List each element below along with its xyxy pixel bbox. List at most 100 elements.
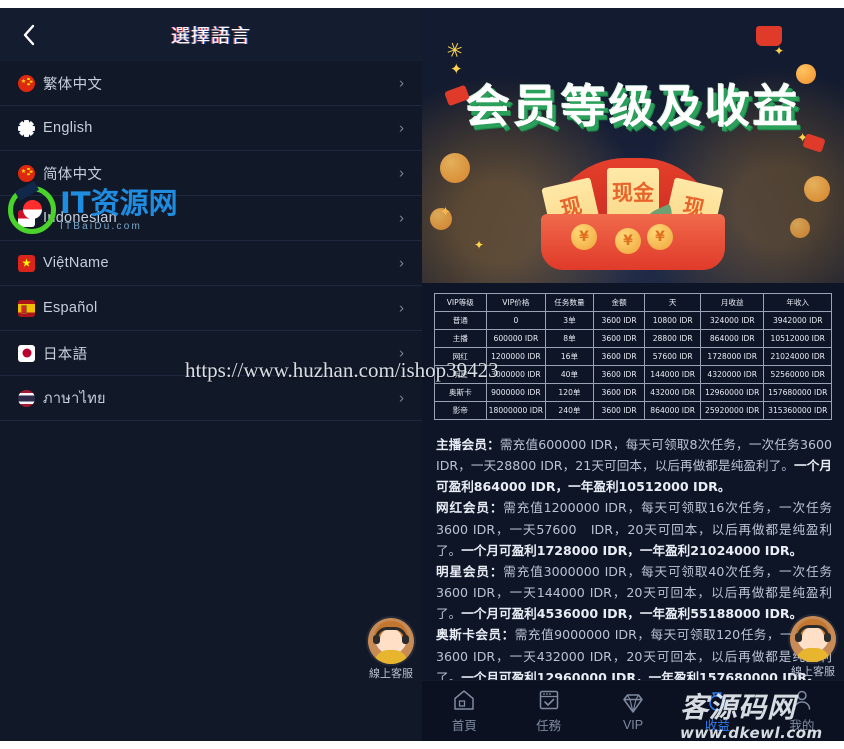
cell-price: 3000000 IDR [485, 365, 547, 384]
flag-cn-icon [18, 164, 35, 182]
chevron-right-icon: › [399, 254, 404, 272]
language-item-simplified-chinese[interactable]: 简体中文 › [0, 151, 422, 195]
language-list: 繁体中文 › English › 简体中文 › Indonesian › Việ… [0, 61, 422, 421]
agent-body [374, 650, 408, 664]
headset-agent-icon [368, 618, 414, 664]
cell-yearly: 157680000 IDR [763, 383, 832, 402]
paragraph-tail: 一个月可盈利4536000 IDR，一年盈利55188000 IDR。 [461, 606, 803, 622]
cell-amount: 3600 IDR [592, 347, 646, 366]
chevron-left-icon [23, 24, 35, 45]
nav-label: VIP [622, 717, 644, 732]
cell-tasks: 40单 [545, 365, 594, 384]
flag-es-icon [18, 299, 35, 317]
flag-jp-icon [18, 344, 35, 362]
language-item-thai[interactable]: ภาษาไทย › [0, 376, 422, 420]
col-header-level: VIP等级 [434, 293, 487, 312]
paragraph-lead: 奥斯卡会员： [436, 627, 515, 643]
cell-price: 18000000 IDR [485, 401, 547, 420]
cell-level: 网红 [434, 347, 487, 366]
flag-vn-icon [18, 254, 35, 272]
banner-title: 会员等级及收益 [464, 80, 801, 133]
cell-amount: 3600 IDR [592, 383, 646, 402]
col-header-amount: 金额 [592, 293, 646, 312]
language-item-japanese[interactable]: 日本語 › [0, 331, 422, 375]
cell-yearly: 52560000 IDR [763, 365, 832, 384]
paragraph-star-member: 明星会员：需充值3000000 IDR，每天可领取40次任务，一次任务3600 … [436, 561, 832, 624]
col-header-tasks: 任务数量 [545, 293, 594, 312]
col-header-monthly: 月收益 [699, 293, 765, 312]
cell-day: 144000 IDR [644, 365, 701, 384]
chevron-right-icon: › [399, 74, 404, 92]
money-jar-icon [709, 692, 726, 711]
cell-amount: 3600 IDR [592, 311, 646, 330]
language-label: 日本語 [43, 346, 88, 363]
language-item-indonesian[interactable]: Indonesian › [0, 196, 422, 240]
cell-day: 864000 IDR [644, 401, 701, 420]
nav-item-vip[interactable]: VIP [591, 691, 675, 732]
paragraph-lead: 主播会员： [436, 437, 500, 452]
nav-item-profile[interactable]: 我的 [760, 688, 844, 734]
agent-body [796, 648, 830, 662]
confetti-red-icon [802, 133, 826, 153]
gold-coin-icon [790, 218, 810, 238]
nav-label: 任務 [536, 719, 562, 733]
headset-earcup-left [795, 633, 802, 642]
confetti-burst-icon: ✳ [441, 37, 467, 65]
cell-monthly: 324000 IDR [699, 311, 765, 330]
nav-item-home[interactable]: 首頁 [422, 688, 506, 734]
cell-tasks: 8单 [545, 329, 594, 348]
language-label: 繁体中文 [43, 76, 103, 93]
headset-earcup-right [824, 633, 831, 642]
language-label: Español [43, 300, 98, 316]
paragraph-tail: 一个月可盈利1728000 IDR，一年盈利21024000 IDR。 [461, 542, 803, 558]
paragraph-lead: 明星会员： [436, 563, 504, 579]
cell-day: 10800 IDR [644, 311, 701, 330]
col-header-day: 天 [644, 293, 701, 312]
gold-coin-icon [430, 208, 452, 230]
screenshot-root: 選擇語言 繁体中文 › English › 简体中文 › Indonesian … [0, 0, 844, 749]
flag-id-icon [18, 209, 35, 227]
cell-price: 0 [485, 311, 547, 330]
vip-levels-panel: 会员等级及收益 ✦ ✦ ✦ ✦ ✦ ✳ 现 现金 现 [422, 8, 844, 741]
language-label: ภาษาไทย [43, 390, 106, 407]
language-label: Indonesian [43, 210, 117, 226]
cell-yearly: 10512000 IDR [763, 329, 832, 348]
sparkle-icon: ✦ [474, 238, 485, 252]
cell-monthly: 1728000 IDR [699, 347, 765, 366]
headset-agent-icon [790, 616, 836, 662]
headset-earcup-right [402, 635, 409, 644]
nav-label: 首頁 [451, 719, 477, 733]
chevron-right-icon: › [399, 119, 404, 137]
nav-item-earnings[interactable]: 收益 [675, 688, 759, 734]
gold-coin-icon: ¥ [647, 224, 673, 250]
language-item-english[interactable]: English › [0, 106, 422, 150]
red-envelope-illustration: 现 现金 现 ¥ ¥ ¥ [523, 158, 743, 276]
col-header-yearly: 年收入 [763, 293, 832, 312]
cell-yearly: 21024000 IDR [763, 347, 832, 366]
table-row: 主播 600000 IDR 8单 3600 IDR 28800 IDR 8640… [434, 329, 832, 348]
cell-tasks: 240单 [545, 401, 594, 420]
customer-service-label: 線上客服 [791, 666, 835, 678]
paragraph-oscar-member: 奥斯卡会员：需充值9000000 IDR，每天可领取120任务，一次任务3600… [436, 624, 832, 687]
customer-service-button-right[interactable]: 線上客服 [790, 616, 836, 679]
chevron-right-icon: › [399, 164, 404, 182]
customer-service-button-left[interactable]: 線上客服 [368, 618, 414, 681]
vip-table-body: 普通 0 3单 3600 IDR 10800 IDR 324000 IDR 39… [434, 311, 832, 420]
home-icon [454, 690, 474, 710]
chevron-right-icon: › [399, 344, 404, 362]
flag-gb-icon [18, 119, 35, 137]
paragraph-lead: 网红会员： [436, 500, 504, 516]
gold-coin-icon [796, 64, 816, 84]
gold-coin-icon: ¥ [615, 228, 641, 254]
language-item-traditional-chinese[interactable]: 繁体中文 › [0, 61, 422, 105]
back-button[interactable] [18, 24, 40, 46]
language-item-spanish[interactable]: Español › [0, 286, 422, 330]
list-divider [0, 420, 422, 421]
cell-price: 9000000 IDR [485, 383, 547, 402]
gold-coin-icon: ¥ [571, 224, 597, 250]
cell-price: 600000 IDR [485, 329, 547, 348]
task-checklist-icon [539, 690, 558, 710]
cell-monthly: 864000 IDR [699, 329, 765, 348]
nav-item-tasks[interactable]: 任務 [506, 688, 590, 734]
language-item-vietnamese[interactable]: ViệtName › [0, 241, 422, 285]
